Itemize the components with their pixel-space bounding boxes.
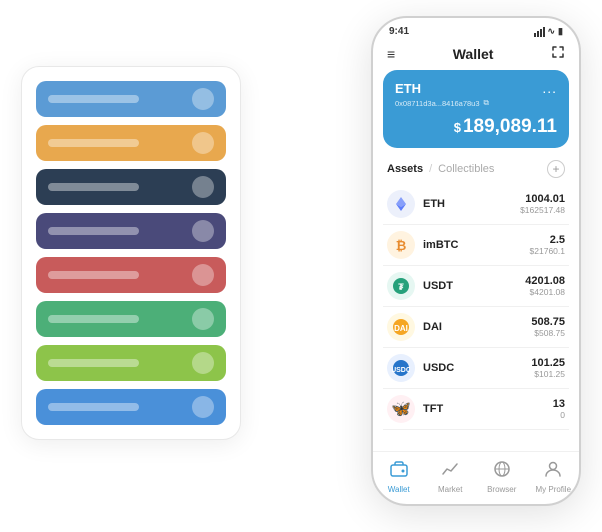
eth-balance: $189,089.11: [395, 116, 557, 138]
eth-card[interactable]: ETH ... 0x08711d3a...8416a78u3 ⧉ $189,08…: [383, 70, 569, 148]
asset-symbol: TFT: [423, 403, 545, 415]
eth-card-header: ETH ...: [395, 80, 557, 96]
card-dot: [192, 396, 214, 418]
card-dot: [192, 220, 214, 242]
table-row[interactable]: ETH 1004.01 $162517.48: [383, 184, 569, 225]
menu-icon[interactable]: ≡: [387, 46, 395, 62]
add-asset-button[interactable]: +: [547, 160, 565, 178]
battery-icon: ▮: [558, 26, 563, 37]
eth-address: 0x08711d3a...8416a78u3 ⧉: [395, 98, 557, 108]
card-bar: [48, 271, 139, 279]
svg-text:USDC: USDC: [392, 367, 410, 374]
expand-icon[interactable]: [551, 45, 565, 62]
tft-icon: 🦋: [387, 395, 415, 423]
asset-balance: 4201.08 $4201.08: [525, 275, 565, 297]
profile-icon: [544, 460, 562, 483]
card-dot: [192, 176, 214, 198]
card-dot: [192, 264, 214, 286]
nav-profile[interactable]: My Profile: [528, 460, 580, 494]
asset-symbol: ETH: [423, 198, 512, 210]
nav-wallet[interactable]: Wallet: [373, 460, 425, 494]
assets-header: Assets / Collectibles +: [373, 158, 579, 184]
list-item[interactable]: [36, 81, 226, 117]
asset-symbol: USDT: [423, 280, 517, 292]
usdt-icon: ₮: [387, 272, 415, 300]
list-item[interactable]: [36, 301, 226, 337]
asset-balance: 101.25 $101.25: [531, 357, 565, 379]
wifi-icon: ∿: [548, 26, 556, 37]
card-bar: [48, 95, 139, 103]
nav-market[interactable]: Market: [425, 460, 477, 494]
asset-balance: 2.5 $21760.1: [530, 234, 565, 256]
card-bar: [48, 227, 139, 235]
table-row[interactable]: DAI DAI 508.75 $508.75: [383, 307, 569, 348]
asset-symbol: DAI: [423, 321, 523, 333]
list-item[interactable]: [36, 345, 226, 381]
market-label: Market: [438, 485, 462, 494]
asset-list: ETH 1004.01 $162517.48 ₿ imBTC 2.5 $2176…: [373, 184, 579, 451]
card-stack: [21, 66, 241, 440]
phone: 9:41 ∿ ▮ ≡ Wallet: [371, 16, 581, 506]
dai-icon: DAI: [387, 313, 415, 341]
card-bar: [48, 183, 139, 191]
profile-label: My Profile: [535, 485, 571, 494]
table-row[interactable]: ₮ USDT 4201.08 $4201.08: [383, 266, 569, 307]
assets-tabs: Assets / Collectibles: [387, 163, 494, 175]
asset-balance: 508.75 $508.75: [531, 316, 565, 338]
card-dot: [192, 88, 214, 110]
browser-icon: [493, 460, 511, 483]
card-dot: [192, 132, 214, 154]
svg-text:₮: ₮: [398, 282, 404, 292]
usdc-icon: USDC: [387, 354, 415, 382]
bottom-nav: Wallet Market Browser My Profile: [373, 451, 579, 504]
card-dot: [192, 308, 214, 330]
wallet-icon: [390, 460, 408, 483]
table-row[interactable]: ₿ imBTC 2.5 $21760.1: [383, 225, 569, 266]
eth-card-menu[interactable]: ...: [542, 80, 557, 96]
card-dot: [192, 352, 214, 374]
tab-divider: /: [429, 163, 432, 175]
list-item[interactable]: [36, 125, 226, 161]
list-item[interactable]: [36, 257, 226, 293]
tab-collectibles[interactable]: Collectibles: [438, 163, 494, 175]
wallet-label: Wallet: [388, 485, 410, 494]
copy-icon[interactable]: ⧉: [484, 98, 489, 108]
card-bar: [48, 403, 139, 411]
list-item[interactable]: [36, 389, 226, 425]
imbtc-icon: ₿: [387, 231, 415, 259]
tab-assets[interactable]: Assets: [387, 163, 423, 175]
asset-symbol: USDC: [423, 362, 523, 374]
list-item[interactable]: [36, 213, 226, 249]
asset-balance: 13 0: [553, 398, 565, 420]
phone-header: ≡ Wallet: [373, 41, 579, 70]
card-bar: [48, 139, 139, 147]
table-row[interactable]: 🦋 TFT 13 0: [383, 389, 569, 430]
list-item[interactable]: [36, 169, 226, 205]
status-icons: ∿ ▮: [534, 26, 564, 37]
signal-icon: [534, 27, 545, 37]
eth-icon: [387, 190, 415, 218]
table-row[interactable]: USDC USDC 101.25 $101.25: [383, 348, 569, 389]
market-icon: [441, 460, 459, 483]
card-bar: [48, 359, 139, 367]
nav-browser[interactable]: Browser: [476, 460, 528, 494]
asset-symbol: imBTC: [423, 239, 522, 251]
status-bar: 9:41 ∿ ▮: [373, 18, 579, 41]
browser-label: Browser: [487, 485, 516, 494]
page-title: Wallet: [453, 46, 494, 62]
time-label: 9:41: [389, 26, 409, 37]
card-bar: [48, 315, 139, 323]
asset-balance: 1004.01 $162517.48: [520, 193, 565, 215]
scene: 9:41 ∿ ▮ ≡ Wallet: [21, 16, 581, 516]
eth-token-name: ETH: [395, 81, 421, 96]
svg-text:DAI: DAI: [394, 324, 408, 333]
